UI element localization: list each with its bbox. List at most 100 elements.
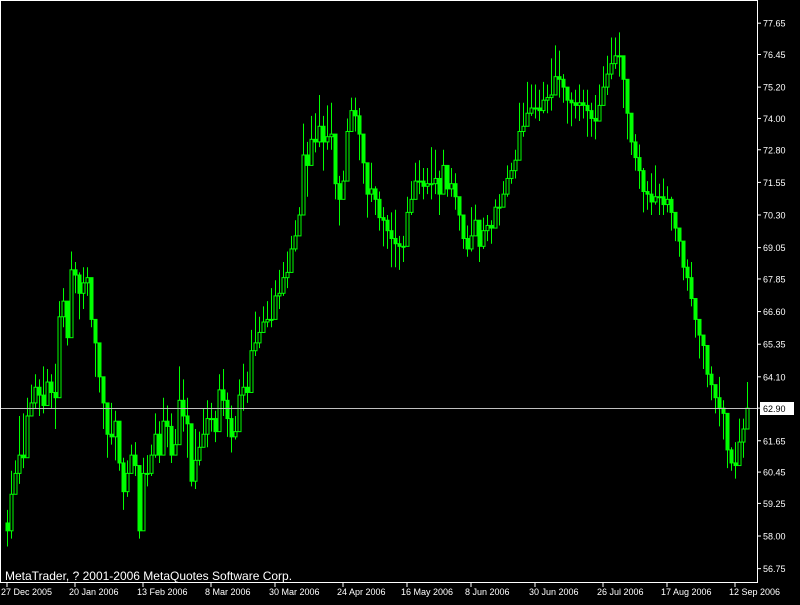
candle-body-bear — [93, 318, 98, 344]
candle — [57, 301, 62, 399]
candle — [417, 160, 422, 195]
candle-body-bull — [485, 224, 490, 232]
candle — [689, 261, 694, 307]
candle-body-bear — [673, 211, 678, 229]
y-tick-label: 71.55 — [763, 178, 786, 188]
candle-body-bear — [365, 162, 370, 195]
x-tick-label: 16 May 2006 — [401, 587, 453, 597]
candle — [129, 444, 134, 474]
candle-body-bear — [313, 138, 318, 143]
y-tick-label: 66.60 — [763, 307, 786, 317]
x-tick-label: 30 Jun 2006 — [529, 587, 579, 597]
candle-body-bull — [201, 433, 206, 448]
candle-body-bull — [325, 136, 330, 143]
candle — [349, 97, 354, 132]
candle — [545, 84, 550, 114]
candle-body-bull — [253, 342, 258, 352]
candle-body-bear — [661, 196, 666, 206]
candle — [117, 420, 122, 471]
x-tick-label: 24 Apr 2006 — [337, 587, 386, 597]
candle — [421, 168, 426, 200]
candle — [389, 212, 394, 268]
candle — [285, 251, 290, 289]
y-tick-label: 60.45 — [763, 468, 786, 478]
candle — [701, 334, 706, 369]
candle-body-bull — [653, 196, 658, 203]
candle-body-bull — [509, 170, 514, 179]
candle-body-bull — [173, 444, 178, 456]
candle — [133, 442, 138, 476]
candle-body-bear — [677, 227, 682, 242]
candle — [269, 288, 274, 328]
candle — [293, 220, 298, 252]
candle — [537, 89, 542, 122]
candle — [253, 311, 258, 356]
candle-body-bear — [97, 342, 102, 378]
candle — [681, 240, 686, 281]
x-tick-label: 20 Jan 2006 — [69, 587, 119, 597]
candle — [65, 300, 70, 346]
candle-body-bull — [205, 418, 210, 435]
candle-body-bear — [573, 102, 578, 106]
candle-body-bear — [189, 423, 194, 482]
candle — [493, 199, 498, 229]
candle-body-bear — [49, 381, 54, 393]
candle-body-bear — [669, 198, 674, 213]
candle-body-bear — [397, 243, 402, 247]
candle — [177, 366, 182, 446]
candle-body-bear — [305, 154, 310, 166]
candle — [209, 402, 214, 432]
candle — [317, 94, 322, 148]
candle-body-bull — [237, 394, 242, 433]
candle-body-bull — [369, 188, 374, 195]
candle-body-bull — [657, 196, 662, 199]
candle-body-bear — [709, 373, 714, 386]
candle — [45, 368, 50, 407]
candle-body-bear — [229, 418, 234, 438]
candle-body-bull — [513, 159, 518, 172]
candle — [393, 209, 398, 268]
candle-body-bull — [525, 112, 530, 127]
candle — [425, 168, 430, 195]
candle — [533, 84, 538, 119]
candle-body-bear — [585, 104, 590, 112]
candle-body-bear — [361, 133, 366, 164]
candle-body-bull — [665, 198, 670, 206]
candle — [229, 405, 234, 453]
y-tick-label: 64.10 — [763, 372, 786, 382]
candle — [233, 415, 238, 440]
candle — [261, 306, 266, 333]
candle-body-bear — [381, 217, 386, 221]
y-tick-label: 61.65 — [763, 436, 786, 446]
candle-body-bull — [177, 399, 182, 446]
candle — [705, 345, 710, 388]
candle-body-bear — [685, 266, 690, 279]
candle-body-bear — [89, 277, 94, 320]
y-tick-label: 77.65 — [763, 19, 786, 29]
candle — [13, 460, 18, 495]
candle — [661, 178, 666, 216]
candle — [401, 235, 406, 262]
candle-body-bear — [73, 269, 78, 276]
candle — [137, 465, 142, 539]
candle-body-bull — [13, 472, 18, 495]
candle-body-bull — [9, 493, 14, 532]
candle-body-bull — [553, 76, 558, 96]
candle — [241, 363, 246, 411]
candle — [641, 168, 646, 213]
candle-body-bull — [741, 428, 746, 443]
y-tick-label: 72.80 — [763, 145, 786, 155]
candle-body-bull — [301, 154, 306, 216]
candle-body-bear — [689, 277, 694, 300]
candle — [549, 58, 554, 111]
candle-body-bear — [621, 55, 626, 80]
chart-window: 77.65 76.45 75.20 74.00 72.80 71.55 70.30 69.05… — [0, 0, 800, 600]
candle — [473, 204, 478, 237]
candle — [433, 149, 438, 195]
candle — [469, 207, 474, 252]
candle — [721, 400, 726, 440]
candle — [161, 397, 166, 456]
candle — [157, 421, 162, 463]
candle-body-bull — [473, 219, 478, 237]
candle — [629, 112, 634, 155]
